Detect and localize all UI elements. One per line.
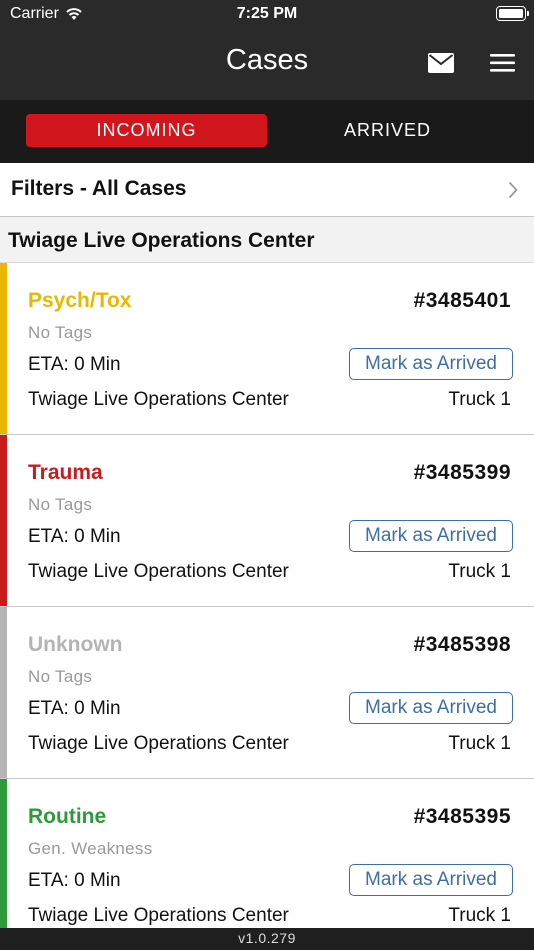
mark-as-arrived-button[interactable]: Mark as Arrived <box>349 520 513 552</box>
mark-as-arrived-button[interactable]: Mark as Arrived <box>349 864 513 896</box>
filters-row[interactable]: Filters - All Cases <box>0 163 534 217</box>
case-eta: ETA: 0 Min <box>28 698 121 719</box>
case-tags: No Tags <box>28 323 93 342</box>
section-header: Twiage Live Operations Center <box>0 217 534 263</box>
mail-icon[interactable] <box>428 53 454 73</box>
navigation-bar: Cases <box>0 30 534 100</box>
case-eta: ETA: 0 Min <box>28 870 121 891</box>
case-unit: Truck 1 <box>448 389 511 410</box>
case-tags: No Tags <box>28 667 93 686</box>
chevron-right-icon <box>508 181 518 199</box>
menu-icon[interactable] <box>490 53 515 73</box>
status-bar: Carrier 7:25 PM <box>0 0 534 30</box>
status-time: 7:25 PM <box>236 5 298 22</box>
case-number: #3485399 <box>413 461 511 484</box>
case-priority-stripe <box>0 779 7 928</box>
case-eta: ETA: 0 Min <box>28 526 121 547</box>
tab-incoming[interactable]: INCOMING <box>26 114 267 147</box>
mark-as-arrived-button[interactable]: Mark as Arrived <box>349 692 513 724</box>
case-unit: Truck 1 <box>448 905 511 926</box>
case-type: Unknown <box>28 633 123 656</box>
case-tags: Gen. Weakness <box>28 839 153 858</box>
case-eta: ETA: 0 Min <box>28 354 121 375</box>
version-footer: v1.0.279 <box>0 928 534 950</box>
battery-icon <box>496 6 529 21</box>
case-priority-stripe <box>0 263 7 434</box>
filters-label: Filters - All Cases <box>11 177 187 200</box>
case-center: Twiage Live Operations Center <box>28 905 289 926</box>
case-card[interactable]: Trauma #3485399 No Tags ETA: 0 Min Mark as A… <box>0 435 534 607</box>
case-center: Twiage Live Operations Center <box>28 733 289 754</box>
case-number: #3485398 <box>413 633 511 656</box>
case-center: Twiage Live Operations Center <box>28 561 289 582</box>
tab-bar: INCOMING ARRIVED <box>0 100 534 163</box>
section-title: Twiage Live Operations Center <box>8 229 315 252</box>
case-priority-stripe <box>0 607 7 778</box>
case-unit: Truck 1 <box>448 733 511 754</box>
case-card[interactable]: Unknown #3485398 No Tags ETA: 0 Min Mark as … <box>0 607 534 779</box>
case-type: Psych/Tox <box>28 289 132 312</box>
case-tags: No Tags <box>28 495 93 514</box>
case-center: Twiage Live Operations Center <box>28 389 289 410</box>
case-type: Routine <box>28 805 107 828</box>
mark-as-arrived-button[interactable]: Mark as Arrived <box>349 348 513 380</box>
case-type: Trauma <box>28 461 103 484</box>
case-number: #3485401 <box>413 289 511 312</box>
case-card[interactable]: Routine #3485395 Gen. Weakness ETA: 0 Min Ma… <box>0 779 534 928</box>
case-priority-stripe <box>0 435 7 606</box>
case-list[interactable]: Filters - All Cases Twiage Live Operatio… <box>0 163 534 928</box>
tab-arrived[interactable]: ARRIVED <box>267 114 508 147</box>
case-number: #3485395 <box>413 805 511 828</box>
case-unit: Truck 1 <box>448 561 511 582</box>
case-card[interactable]: Psych/Tox #3485401 No Tags ETA: 0 Min Mark a… <box>0 263 534 435</box>
